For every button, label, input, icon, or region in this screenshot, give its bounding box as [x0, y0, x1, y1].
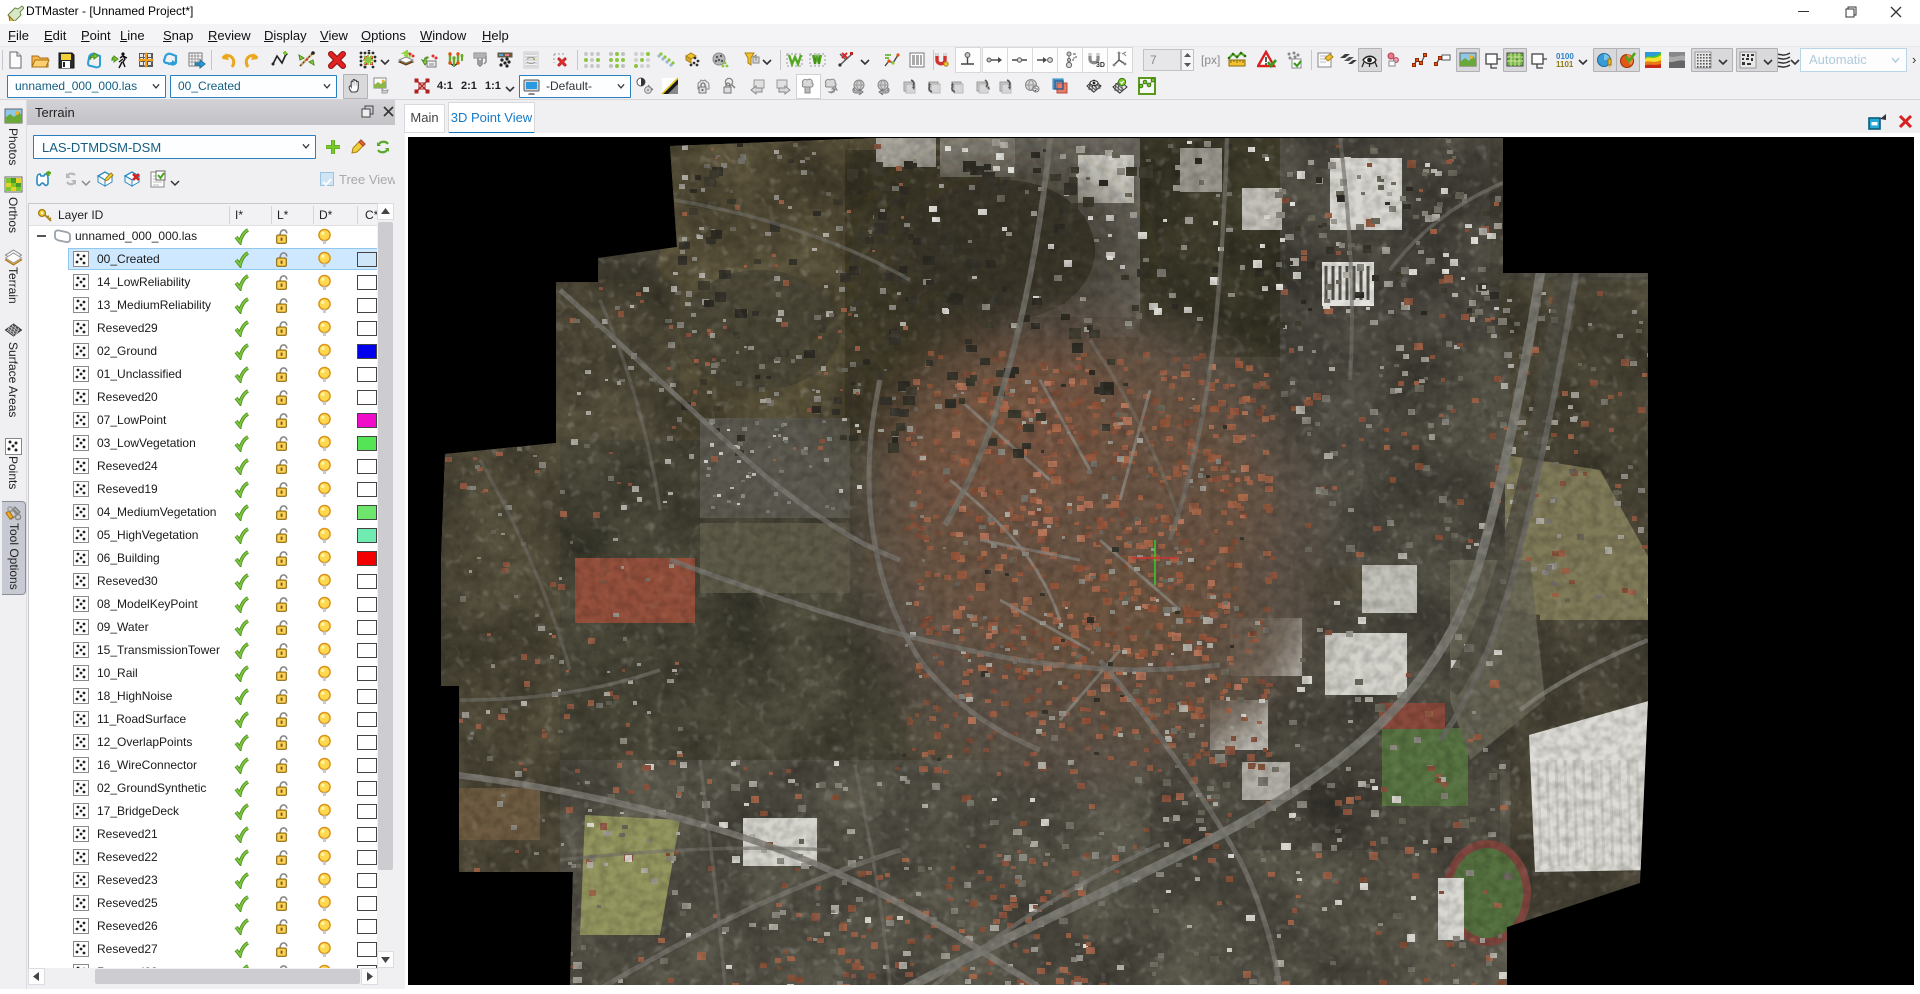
svg-text:1101: 1101 — [1556, 60, 1574, 69]
svg-text:3D: 3D — [1096, 62, 1105, 69]
